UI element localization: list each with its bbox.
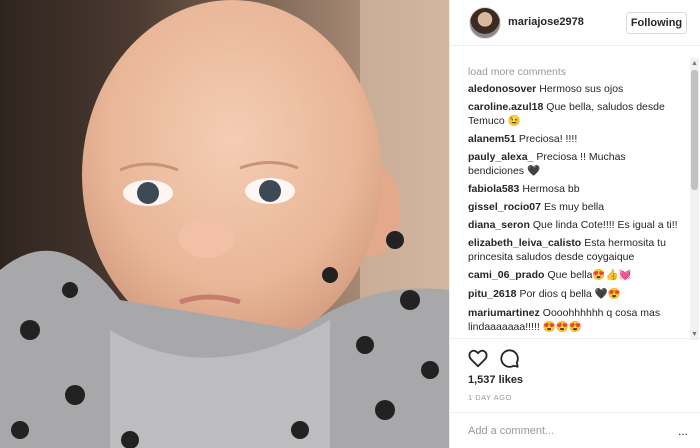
comment-username[interactable]: pitu_2618	[468, 288, 516, 300]
following-button[interactable]: Following	[626, 12, 687, 34]
likes-count[interactable]: 1,537 likes	[468, 374, 523, 386]
comment-text: Que bella😍👍💓	[547, 269, 632, 281]
username-link[interactable]: mariajose2978	[508, 16, 584, 28]
scrollbar-thumb[interactable]	[691, 70, 698, 190]
post-details-panel: mariajose2978 Following load more commen…	[449, 0, 700, 448]
post-actions: 1,537 likes 1 DAY AGO	[450, 338, 700, 410]
comment-text: Es muy bella	[543, 201, 605, 213]
comment-text: Por dios q bella 🖤😍	[519, 288, 621, 300]
comment-input[interactable]	[468, 422, 668, 440]
comment: cami_06_prado Que bella😍👍💓	[468, 268, 680, 282]
comment-text: Que linda Cote!!!! Es igual a ti!!	[532, 219, 678, 231]
comment-username[interactable]: fabiola583	[468, 183, 519, 195]
comment-username[interactable]: aledonosover	[468, 83, 536, 95]
comment: aledonosover Hermoso sus ojos	[468, 82, 680, 96]
avatar[interactable]	[469, 7, 501, 39]
comment: gissel_rocio07 Es muy bella	[468, 200, 680, 214]
comment-username[interactable]: gissel_rocio07	[468, 201, 541, 213]
comment-username[interactable]: pauly_alexa_	[468, 151, 533, 163]
add-comment-bar: ...	[450, 412, 700, 448]
comment-username[interactable]: alanem51	[468, 133, 516, 145]
comment-username[interactable]: elizabeth_leiva_calisto	[468, 237, 581, 249]
comment-text: Hermosa bb	[522, 183, 580, 195]
comments-scrollbar[interactable]: ▲ ▼	[690, 58, 699, 340]
comment: mariumartinez Oooohhhhhh q cosa mas linda…	[468, 306, 680, 334]
comment: pitu_2618 Por dios q bella 🖤😍	[468, 287, 680, 301]
comment: pauly_alexa_ Preciosa !! Muchas bendicion…	[468, 150, 680, 178]
comment-username[interactable]: cami_06_prado	[468, 269, 544, 281]
comment: diana_seron Que linda Cote!!!! Es igual a…	[468, 218, 680, 232]
load-more-comments-link[interactable]: load more comments	[468, 66, 566, 78]
comments-list[interactable]: load more comments aledonosover Hermoso s…	[450, 58, 690, 340]
comment-username[interactable]: diana_seron	[468, 219, 530, 231]
post-photo	[0, 0, 449, 448]
scroll-up-arrow-icon[interactable]: ▲	[691, 60, 698, 67]
post-header: mariajose2978 Following	[450, 0, 700, 46]
scroll-down-arrow-icon[interactable]: ▼	[691, 331, 698, 338]
heart-icon[interactable]	[467, 347, 489, 369]
comment-bubble-icon[interactable]	[498, 347, 520, 369]
comment-username[interactable]: caroline.azul18	[468, 101, 543, 113]
comment-text: Preciosa! !!!!	[518, 133, 578, 145]
comment: elizabeth_leiva_calisto Esta hermosita tu…	[468, 236, 680, 264]
baby-photo-image	[0, 0, 449, 448]
more-options-icon[interactable]: ...	[678, 425, 688, 437]
comment: alanem51 Preciosa! !!!!	[468, 132, 680, 146]
comment-text: Hermoso sus ojos	[539, 83, 624, 95]
comment: fabiola583 Hermosa bb	[468, 182, 680, 196]
comment: caroline.azul18 Que bella, saludos desde …	[468, 100, 680, 128]
post-timestamp: 1 DAY AGO	[468, 393, 512, 402]
comment-username[interactable]: mariumartinez	[468, 307, 540, 319]
